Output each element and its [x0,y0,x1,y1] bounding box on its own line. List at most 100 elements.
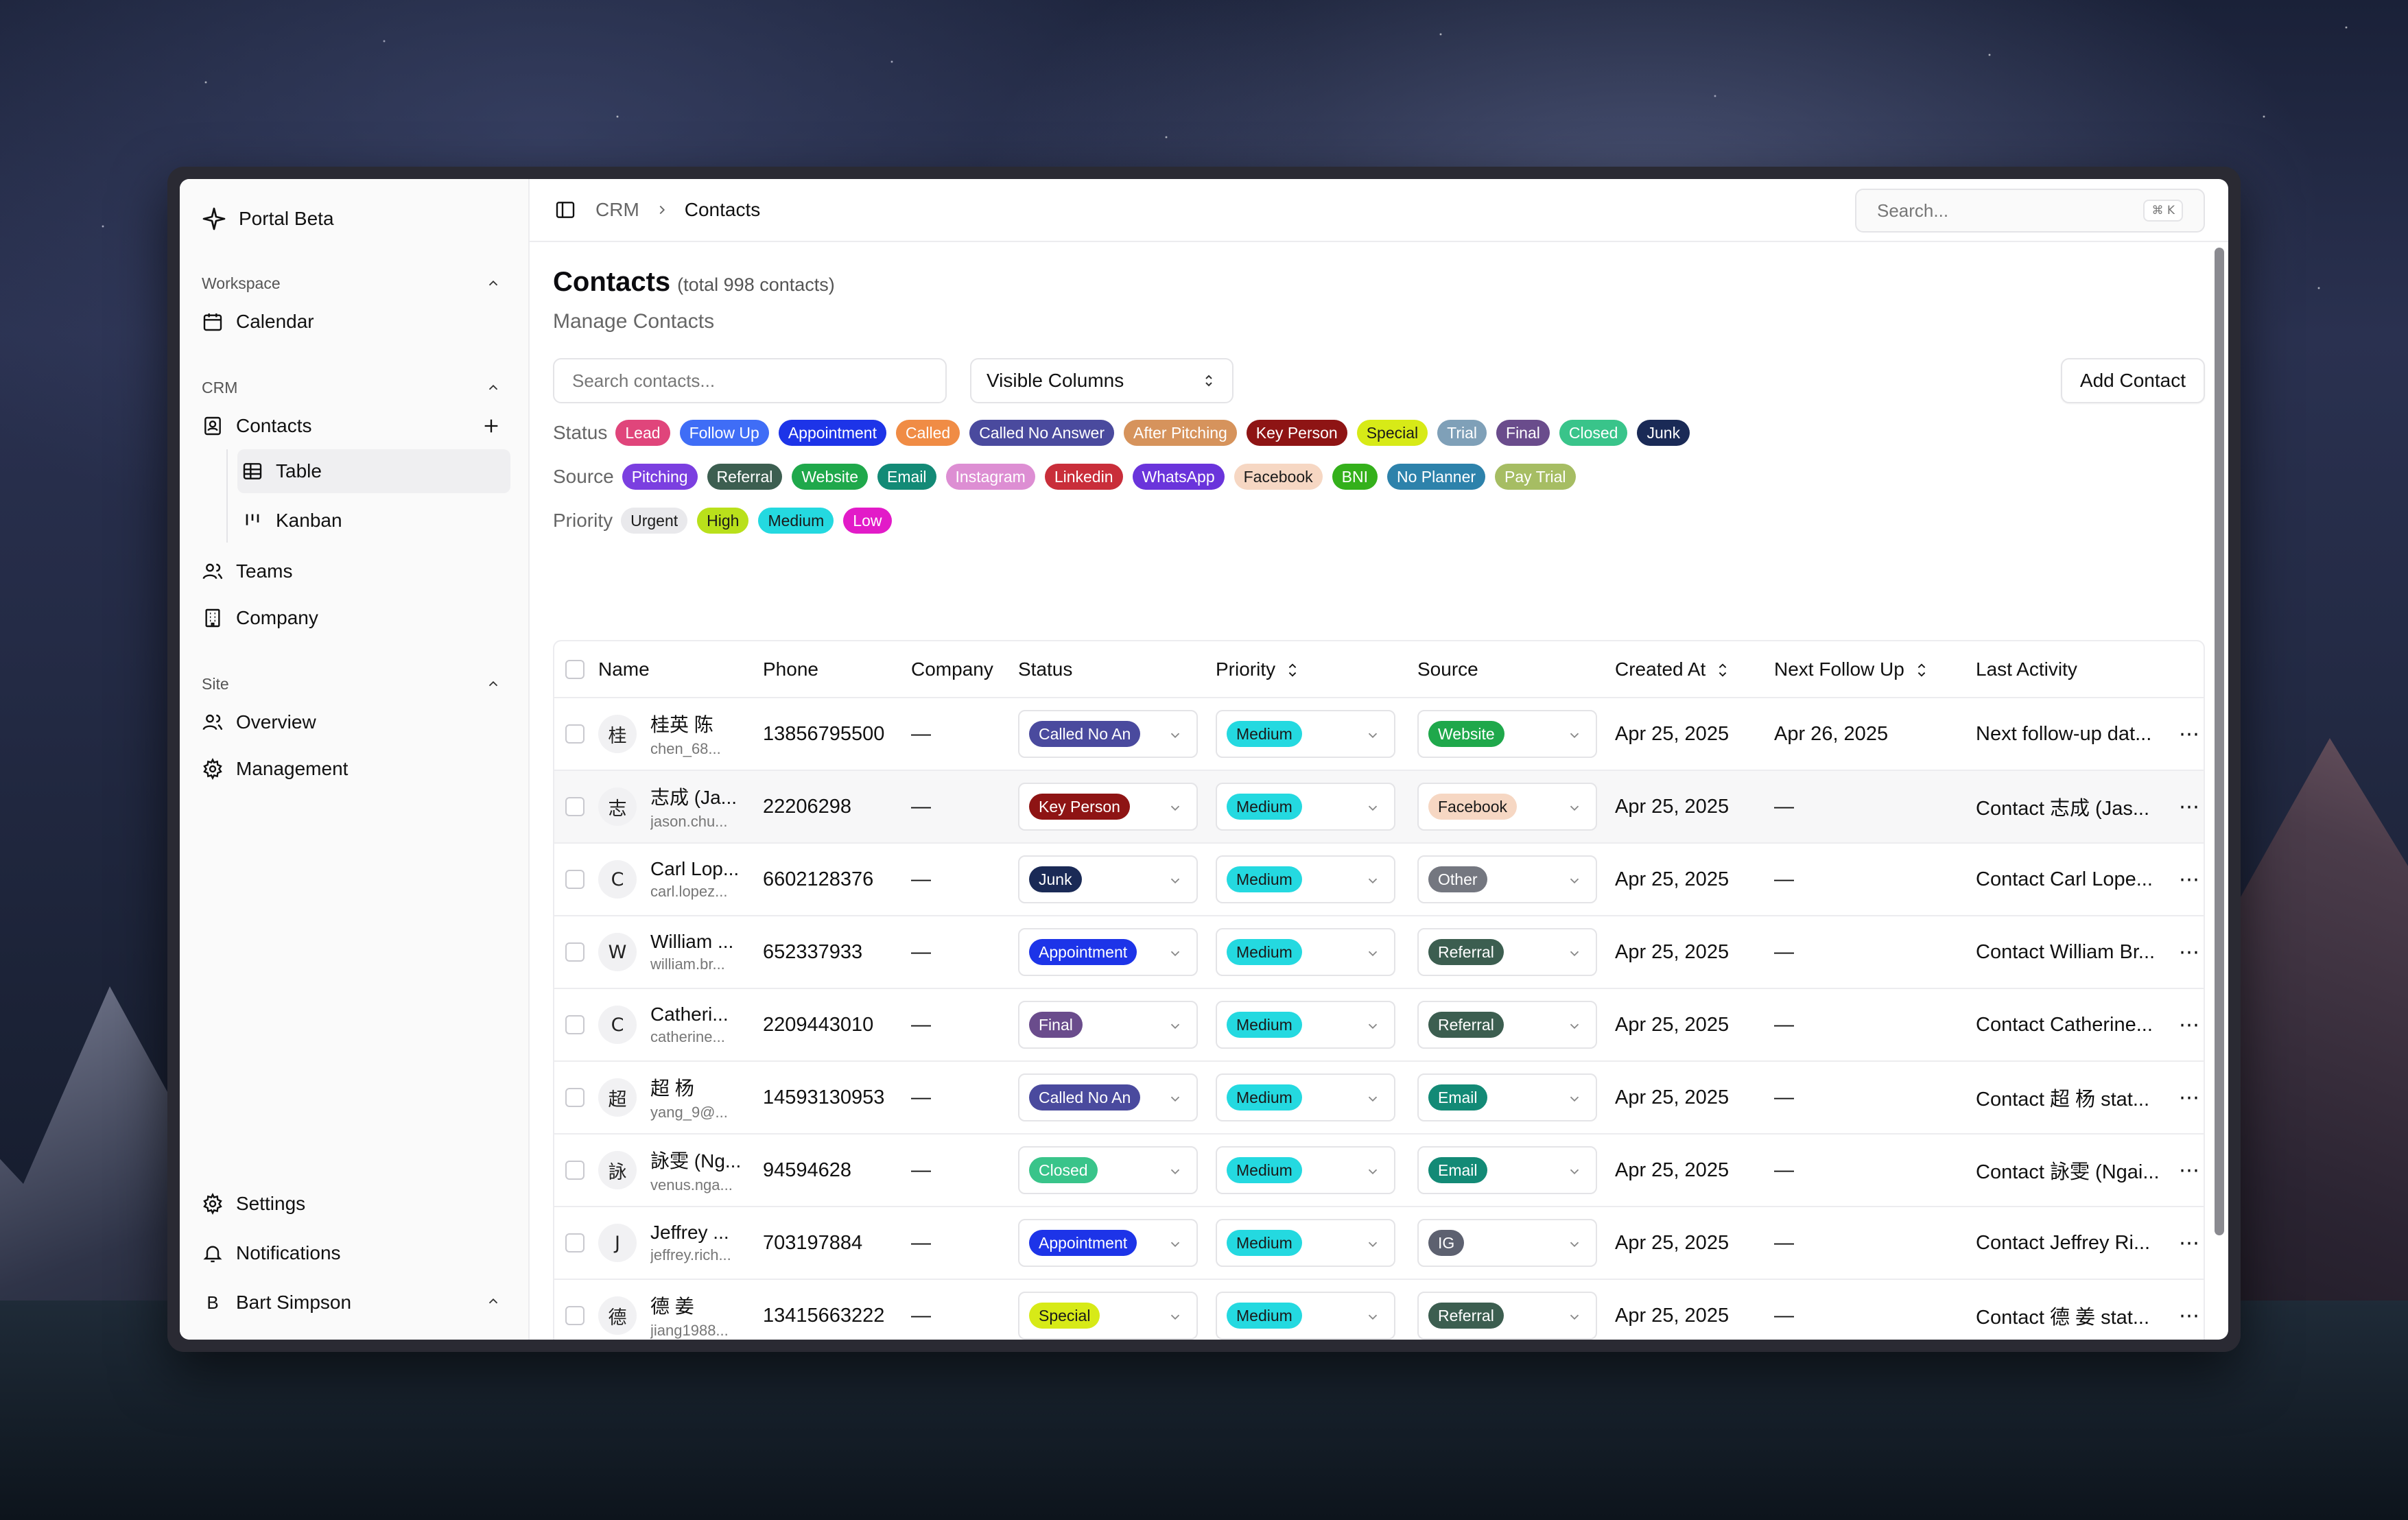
user-menu[interactable]: B Bart Simpson [198,1278,510,1327]
table-row[interactable]: W William ... william.br... 652337933— Appoi… [554,916,2204,989]
sidebar-item-teams[interactable]: Teams [198,548,510,595]
priority-select[interactable]: Medium [1216,1073,1395,1121]
sidebar-item-kanban[interactable]: Kanban [237,499,510,543]
more-icon[interactable]: ⋯ [2179,868,2200,891]
breadcrumb-crm[interactable]: CRM [595,199,639,221]
row-checkbox[interactable] [565,1161,585,1180]
sidebar-item-company[interactable]: Company [198,595,510,641]
row-checkbox[interactable] [565,724,585,744]
status-filter-chip[interactable]: Final [1496,420,1550,446]
col-created-at[interactable]: Created At [1615,641,1774,698]
more-icon[interactable]: ⋯ [2179,796,2200,818]
workspace-group-header[interactable]: Workspace [198,268,510,298]
sidebar-toggle-icon[interactable] [554,199,576,221]
select-all-checkbox[interactable] [565,659,585,679]
priority-filter-chip[interactable]: High [697,508,749,534]
sidebar-item-calendar[interactable]: Calendar [198,298,510,345]
table-row[interactable]: 德德 姜 jiang1988... 13415663222— Special Mediu… [554,1279,2204,1340]
col-next-follow-up[interactable]: Next Follow Up [1774,641,1976,698]
status-select[interactable]: Key Person [1018,783,1198,831]
status-filter-chip[interactable]: Called No Answer [969,420,1114,446]
source-select[interactable]: Referral [1417,1001,1597,1049]
brand[interactable]: Portal Beta [198,197,510,241]
row-checkbox[interactable] [565,1233,585,1252]
add-contact-button[interactable]: Add Contact [2060,358,2205,403]
table-row[interactable]: C Carl Lop... carl.lopez... 6602128376— Junk… [554,843,2204,916]
contact-identity[interactable]: W William ... william.br... [598,931,763,973]
more-icon[interactable]: ⋯ [2179,723,2200,746]
status-select[interactable]: Special [1018,1292,1198,1340]
scrollbar[interactable] [2212,248,2226,1249]
visible-columns-select[interactable]: Visible Columns [970,358,1233,403]
source-filter-chip[interactable]: Email [877,464,936,490]
more-icon[interactable]: ⋯ [2179,1014,2200,1036]
status-filter-chip[interactable]: Trial [1437,420,1487,446]
more-icon[interactable]: ⋯ [2179,1086,2200,1109]
row-checkbox[interactable] [565,1088,585,1107]
contact-identity[interactable]: C Carl Lop... carl.lopez... [598,858,763,901]
source-select[interactable]: IG [1417,1219,1597,1267]
status-filter-chip[interactable]: Called [895,420,960,446]
source-select[interactable]: Referral [1417,928,1597,976]
priority-select[interactable]: Medium [1216,1146,1395,1194]
row-checkbox[interactable] [565,870,585,889]
row-checkbox[interactable] [565,1015,585,1034]
status-filter-chip[interactable]: After Pitching [1124,420,1237,446]
contact-identity[interactable]: 志志成 (Ja... jason.chu... [598,783,763,831]
crm-group-header[interactable]: CRM [198,372,510,403]
more-icon[interactable]: ⋯ [2179,1232,2200,1255]
status-select[interactable]: Called No An [1018,1073,1198,1121]
priority-select[interactable]: Medium [1216,710,1395,758]
table-row[interactable]: 詠詠雯 (Ng... venus.nga... 94594628— Closed Med… [554,1134,2204,1207]
status-filter-chip[interactable]: Junk [1637,420,1690,446]
status-filter-chip[interactable]: Special [1356,420,1428,446]
source-select[interactable]: Facebook [1417,783,1597,831]
table-row[interactable]: C Catheri... catherine... 2209443010— Final M… [554,988,2204,1062]
status-filter-chip[interactable]: Key Person [1246,420,1347,446]
contact-search-input[interactable]: Search contacts... [553,358,947,403]
source-select[interactable]: Website [1417,710,1597,758]
status-select[interactable]: Appointment [1018,928,1198,976]
source-select[interactable]: Email [1417,1146,1597,1194]
source-filter-chip[interactable]: Referral [707,464,783,490]
priority-select[interactable]: Medium [1216,783,1395,831]
sidebar-item-management[interactable]: Management [198,746,510,792]
table-row[interactable]: 桂桂英 陈 chen_68... 13856795500— Called No An M… [554,698,2204,771]
source-filter-chip[interactable]: Pitching [622,464,698,490]
priority-select[interactable]: Medium [1216,1292,1395,1340]
status-select[interactable]: Appointment [1018,1219,1198,1267]
scrollbar-thumb[interactable] [2215,248,2224,1235]
status-filter-chip[interactable]: Appointment [778,420,886,446]
contact-identity[interactable]: 桂桂英 陈 chen_68... [598,710,763,758]
more-icon[interactable]: ⋯ [2179,941,2200,964]
priority-select[interactable]: Medium [1216,1219,1395,1267]
status-filter-chip[interactable]: Closed [1559,420,1628,446]
source-select[interactable]: Email [1417,1073,1597,1121]
priority-filter-chip[interactable]: Medium [758,508,834,534]
contact-identity[interactable]: J Jeffrey ... jeffrey.rich... [598,1222,763,1264]
priority-filter-chip[interactable]: Urgent [621,508,688,534]
row-checkbox[interactable] [565,797,585,816]
priority-select[interactable]: Medium [1216,855,1395,903]
source-filter-chip[interactable]: No Planner [1386,464,1486,490]
contact-identity[interactable]: C Catheri... catherine... [598,1004,763,1046]
contact-identity[interactable]: 詠詠雯 (Ng... venus.nga... [598,1146,763,1194]
more-icon[interactable]: ⋯ [2179,1305,2200,1327]
more-icon[interactable]: ⋯ [2179,1159,2200,1182]
row-checkbox[interactable] [565,942,585,962]
priority-select[interactable]: Medium [1216,928,1395,976]
sidebar-item-contacts[interactable]: Contacts [198,403,510,449]
source-filter-chip[interactable]: Linkedin [1044,464,1123,490]
source-filter-chip[interactable]: BNI [1332,464,1378,490]
priority-filter-chip[interactable]: Low [843,508,892,534]
site-group-header[interactable]: Site [198,669,510,699]
table-row[interactable]: J Jeffrey ... jeffrey.rich... 703197884— App… [554,1207,2204,1280]
source-filter-chip[interactable]: Website [792,464,869,490]
sidebar-item-overview[interactable]: Overview [198,699,510,746]
row-checkbox[interactable] [565,1306,585,1325]
source-filter-chip[interactable]: Instagram [945,464,1035,490]
source-filter-chip[interactable]: WhatsApp [1132,464,1225,490]
table-row[interactable]: 超超 杨 yang_9@... 14593130953— Called No An Me… [554,1061,2204,1135]
status-select[interactable]: Junk [1018,855,1198,903]
col-priority[interactable]: Priority [1216,641,1417,698]
